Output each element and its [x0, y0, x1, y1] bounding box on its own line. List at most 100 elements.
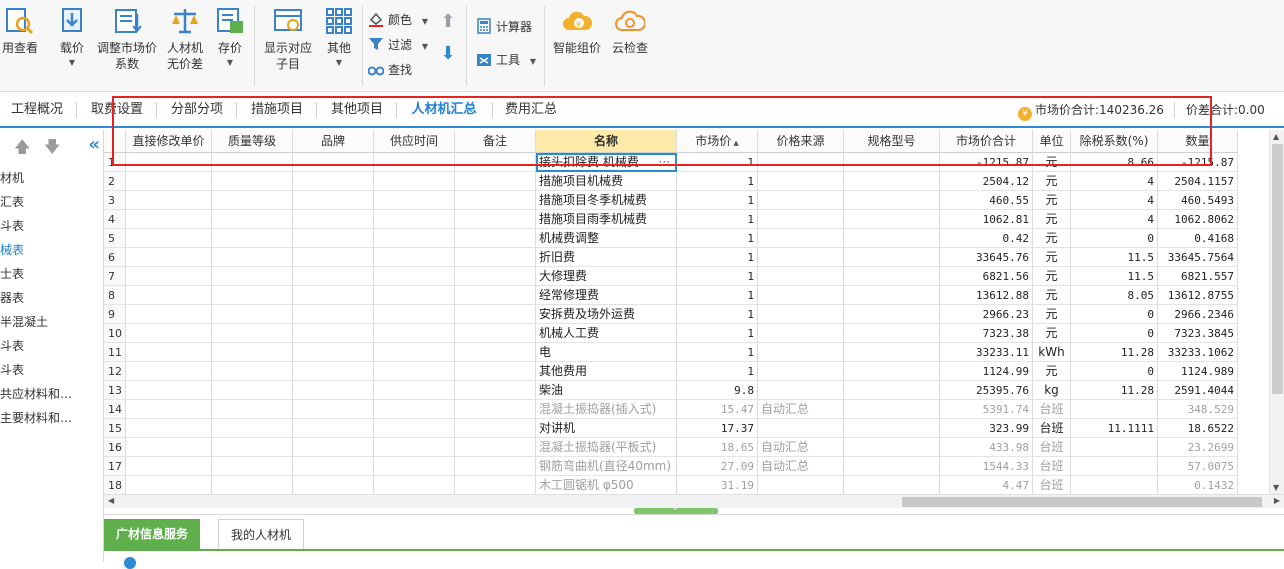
- table-cell-price[interactable]: 1: [677, 191, 758, 210]
- table-cell-c4[interactable]: [455, 381, 536, 400]
- table-cell-qty[interactable]: 7323.3845: [1158, 324, 1238, 343]
- color-button[interactable]: 颜色 ▼: [368, 10, 428, 30]
- table-cell-c4[interactable]: [455, 324, 536, 343]
- tree-item[interactable]: 主要材料和…: [0, 406, 104, 430]
- table-cell-c3[interactable]: [374, 438, 455, 457]
- table-row[interactable]: 17 钢筋弯曲机(直径40mm) 27.09 自动汇总 1544.33 台班 57.0075: [104, 457, 1269, 476]
- table-cell-name[interactable]: 接头扣除费 机械费 ···: [536, 153, 677, 172]
- table-cell-tax[interactable]: 8.05: [1071, 286, 1158, 305]
- table-cell-spec[interactable]: [844, 457, 940, 476]
- table-cell-src[interactable]: [758, 172, 844, 191]
- table-cell-src[interactable]: [758, 324, 844, 343]
- table-cell-name[interactable]: 机械费调整: [536, 229, 677, 248]
- tree-item[interactable]: 士表: [0, 262, 104, 286]
- scrollbar-thumb[interactable]: [902, 497, 1262, 507]
- usage-view-button[interactable]: 用查看: [0, 6, 40, 56]
- table-cell-tax[interactable]: [1071, 476, 1158, 494]
- table-cell-c0[interactable]: [126, 172, 212, 191]
- table-cell-c1[interactable]: [212, 419, 293, 438]
- table-cell-spec[interactable]: [844, 324, 940, 343]
- table-cell-src[interactable]: 自动汇总: [758, 400, 844, 419]
- table-cell-price[interactable]: 1: [677, 248, 758, 267]
- table-cell-c0[interactable]: [126, 457, 212, 476]
- table-cell-c2[interactable]: [293, 229, 374, 248]
- scrollbar-thumb[interactable]: [1272, 144, 1283, 394]
- table-cell-c4[interactable]: [455, 438, 536, 457]
- table-cell-c4[interactable]: [455, 419, 536, 438]
- table-row[interactable]: 2 措施项目机械费 1 2504.12 元 4 2504.1157: [104, 172, 1269, 191]
- table-cell-c3[interactable]: [374, 362, 455, 381]
- tree-item[interactable]: 械表: [0, 238, 104, 262]
- column-header[interactable]: 名称: [536, 130, 677, 153]
- tree-item[interactable]: 共应材料和…: [0, 382, 104, 406]
- table-cell-c2[interactable]: [293, 343, 374, 362]
- table-cell-name[interactable]: 安拆费及场外运费: [536, 305, 677, 324]
- table-cell-c0[interactable]: [126, 305, 212, 324]
- table-cell-src[interactable]: [758, 286, 844, 305]
- table-cell-c4[interactable]: [455, 305, 536, 324]
- adjust-market-price-coefficient-button[interactable]: 调整市场价 系数: [96, 6, 158, 72]
- table-row[interactable]: 9 安拆费及场外运费 1 2966.23 元 0 2966.2346: [104, 305, 1269, 324]
- no-price-difference-button[interactable]: 人材机 无价差: [162, 6, 208, 72]
- table-cell-price[interactable]: 1: [677, 153, 758, 172]
- table-cell-c1[interactable]: [212, 248, 293, 267]
- tab-other-items[interactable]: 其他项目: [326, 92, 388, 126]
- table-cell-src[interactable]: [758, 476, 844, 494]
- table-cell-src[interactable]: 自动汇总: [758, 457, 844, 476]
- table-cell-price[interactable]: 15.47: [677, 400, 758, 419]
- table-cell-c0[interactable]: [126, 362, 212, 381]
- column-header[interactable]: 规格型号: [844, 130, 940, 153]
- table-cell-c3[interactable]: [374, 267, 455, 286]
- table-cell-c2[interactable]: [293, 400, 374, 419]
- table-cell-unit[interactable]: 元: [1033, 172, 1071, 191]
- table-cell-unit[interactable]: 元: [1033, 324, 1071, 343]
- table-cell-unit[interactable]: 元: [1033, 153, 1071, 172]
- table-cell-tax[interactable]: 11.28: [1071, 343, 1158, 362]
- table-cell-c4[interactable]: [455, 457, 536, 476]
- table-cell-c1[interactable]: [212, 324, 293, 343]
- table-cell-c1[interactable]: [212, 210, 293, 229]
- table-cell-c0[interactable]: [126, 286, 212, 305]
- table-row[interactable]: 4 措施项目雨季机械费 1 1062.81 元 4 1062.8062: [104, 210, 1269, 229]
- table-cell-c0[interactable]: [126, 248, 212, 267]
- table-cell-c2[interactable]: [293, 324, 374, 343]
- table-cell-price[interactable]: 9.8: [677, 381, 758, 400]
- table-cell-qty[interactable]: 460.5493: [1158, 191, 1238, 210]
- table-cell-name[interactable]: 经常修理费: [536, 286, 677, 305]
- move-up-button[interactable]: ⬆: [438, 13, 458, 31]
- tab-project-overview[interactable]: 工程概况: [6, 92, 68, 126]
- table-cell-spec[interactable]: [844, 210, 940, 229]
- table-cell-price[interactable]: 1: [677, 324, 758, 343]
- scroll-down-icon[interactable]: ▼: [1273, 483, 1279, 492]
- table-cell-tax[interactable]: 0: [1071, 229, 1158, 248]
- table-cell-c0[interactable]: [126, 210, 212, 229]
- table-cell-c1[interactable]: [212, 229, 293, 248]
- table-cell-price[interactable]: 1: [677, 210, 758, 229]
- scroll-left-icon[interactable]: ◀: [108, 496, 114, 505]
- table-cell-src[interactable]: [758, 381, 844, 400]
- table-cell-src[interactable]: [758, 153, 844, 172]
- table-row[interactable]: 3 措施项目冬季机械费 1 460.55 元 4 460.5493: [104, 191, 1269, 210]
- column-header[interactable]: 备注: [455, 130, 536, 153]
- table-cell-tax[interactable]: 4: [1071, 210, 1158, 229]
- table-row[interactable]: 15 对讲机 17.37 323.99 台班 11.1111 18.6522: [104, 419, 1269, 438]
- table-cell-qty[interactable]: 18.6522: [1158, 419, 1238, 438]
- tab-fee-settings[interactable]: 取费设置: [86, 92, 148, 126]
- table-cell-c3[interactable]: [374, 457, 455, 476]
- scroll-up-icon[interactable]: ▲: [1273, 132, 1279, 141]
- table-cell-src[interactable]: [758, 305, 844, 324]
- table-cell-tax[interactable]: 0: [1071, 362, 1158, 381]
- table-cell-total[interactable]: 33645.76: [940, 248, 1033, 267]
- table-cell-total[interactable]: 2504.12: [940, 172, 1033, 191]
- table-cell-unit[interactable]: 元: [1033, 229, 1071, 248]
- table-cell-src[interactable]: [758, 343, 844, 362]
- table-cell-total[interactable]: -1215.87: [940, 153, 1033, 172]
- column-header[interactable]: 质量等级: [212, 130, 293, 153]
- table-cell-c2[interactable]: [293, 267, 374, 286]
- table-cell-tax[interactable]: 11.5: [1071, 267, 1158, 286]
- table-cell-c4[interactable]: [455, 267, 536, 286]
- table-cell-c2[interactable]: [293, 438, 374, 457]
- table-cell-c1[interactable]: [212, 286, 293, 305]
- table-cell-c3[interactable]: [374, 324, 455, 343]
- table-cell-src[interactable]: [758, 191, 844, 210]
